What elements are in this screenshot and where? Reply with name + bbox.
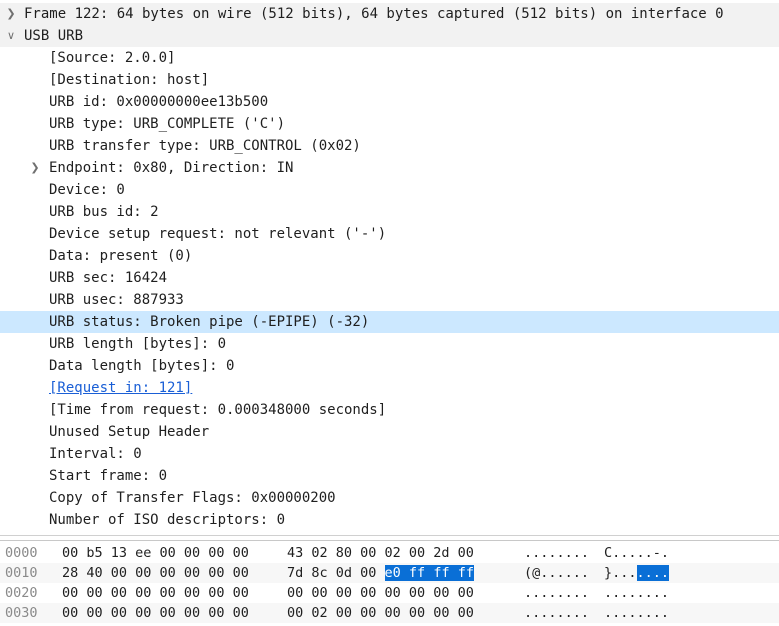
tree-row-label: Device: 0 (49, 182, 125, 198)
tree-row-label: Data: present (0) (49, 248, 193, 264)
tree-row-label: Device setup request: not relevant ('-') (49, 226, 387, 242)
ascii-group-2[interactable]: ........ (604, 603, 669, 623)
ascii-group-1[interactable]: ........ (524, 583, 589, 603)
packet-details-pane[interactable]: ❯ Frame 122: 64 bytes on wire (512 bits)… (0, 0, 779, 535)
ascii-group-2[interactable]: }....... (604, 563, 670, 583)
tree-row-label: URB bus id: 2 (49, 204, 159, 220)
tree-row-field[interactable]: Start frame: 0 (0, 465, 779, 487)
tree-row-field[interactable]: Device: 0 (0, 179, 779, 201)
tree-row-usb-urb[interactable]: ∨ USB URB (0, 25, 779, 47)
tree-row-field[interactable]: [Time from request: 0.000348000 seconds] (0, 399, 779, 421)
tree-row-field[interactable]: URB bus id: 2 (0, 201, 779, 223)
tree-row-label: URB sec: 16424 (49, 270, 168, 286)
packet-bytes-pane[interactable]: 0000 00 b5 13 ee 00 00 00 00 43 02 80 00 0… (0, 541, 779, 626)
byte-offset: 0000 (5, 545, 38, 561)
tree-row-label: URB type: URB_COMPLETE ('C') (49, 116, 286, 132)
tree-row-label: Frame 122: 64 bytes on wire (512 bits), … (24, 6, 724, 22)
expand-arrow-icon[interactable]: ❯ (3, 3, 19, 25)
tree-row-label: URB id: 0x00000000ee13b500 (49, 94, 269, 110)
tree-row-field[interactable]: [Source: 2.0.0] (0, 47, 779, 69)
ascii-group-1[interactable]: (@...... (524, 563, 589, 583)
tree-row-field[interactable]: URB length [bytes]: 0 (0, 333, 779, 355)
hex-bytes-group-1[interactable]: 00 00 00 00 00 00 00 00 (62, 603, 249, 623)
tree-row-label: Number of ISO descriptors: 0 (49, 512, 286, 528)
hex-row[interactable]: 0020 00 00 00 00 00 00 00 00 00 00 00 00 0… (0, 583, 779, 603)
ascii-chars[interactable]: ........ (604, 605, 669, 621)
tree-row-field[interactable]: URB usec: 887933 (0, 289, 779, 311)
hex-bytes-group-2[interactable]: 7d 8c 0d 00 e0 ff ff ff (287, 563, 474, 583)
tree-row-label: Endpoint: 0x80, Direction: IN (49, 160, 294, 176)
tree-row-label: URB length [bytes]: 0 (49, 336, 227, 352)
hex-bytes[interactable]: 00 00 00 00 00 00 00 00 (287, 585, 474, 601)
tree-row-label: URB transfer type: URB_CONTROL (0x02) (49, 138, 361, 154)
ascii-chars[interactable]: C.....-. (604, 545, 669, 561)
hex-bytes[interactable]: 00 02 00 00 00 00 00 00 (287, 605, 474, 621)
expand-arrow-icon[interactable]: ❯ (27, 157, 43, 179)
ascii-chars[interactable]: ........ (604, 585, 669, 601)
hex-bytes-highlighted[interactable]: e0 ff ff ff (384, 565, 474, 581)
tree-row-field[interactable]: ❯ Endpoint: 0x80, Direction: IN (0, 157, 779, 179)
ascii-group-1[interactable]: ........ (524, 603, 589, 623)
tree-row-label: Copy of Transfer Flags: 0x00000200 (49, 490, 336, 506)
tree-row-label: Interval: 0 (49, 446, 142, 462)
ascii-group-1[interactable]: ........ (524, 543, 589, 563)
request-in-link[interactable]: [Request in: 121] (49, 377, 192, 399)
tree-row-field[interactable]: URB transfer type: URB_CONTROL (0x02) (0, 135, 779, 157)
tree-row-field[interactable]: URB type: URB_COMPLETE ('C') (0, 113, 779, 135)
tree-row-field[interactable]: Number of ISO descriptors: 0 (0, 509, 779, 531)
hex-bytes-group-2[interactable]: 43 02 80 00 02 00 2d 00 (287, 543, 474, 563)
tree-row-field[interactable]: Unused Setup Header (0, 421, 779, 443)
hex-row[interactable]: 0000 00 b5 13 ee 00 00 00 00 43 02 80 00 0… (0, 543, 779, 563)
tree-row-field[interactable]: URB id: 0x00000000ee13b500 (0, 91, 779, 113)
tree-row-label: Data length [bytes]: 0 (49, 358, 235, 374)
tree-row-field[interactable]: Copy of Transfer Flags: 0x00000200 (0, 487, 779, 509)
ascii-chars[interactable]: }... (604, 565, 637, 581)
collapse-arrow-icon[interactable]: ∨ (3, 25, 19, 47)
tree-row-field[interactable]: Data length [bytes]: 0 (0, 355, 779, 377)
tree-row-field[interactable]: Device setup request: not relevant ('-') (0, 223, 779, 245)
byte-offset: 0030 (5, 605, 38, 621)
tree-row-label: URB status: Broken pipe (-EPIPE) (-32) (49, 314, 370, 330)
hex-bytes-group-1[interactable]: 28 40 00 00 00 00 00 00 (62, 563, 249, 583)
hex-bytes-group-2[interactable]: 00 00 00 00 00 00 00 00 (287, 583, 474, 603)
byte-offset: 0020 (5, 585, 38, 601)
tree-row-label: [Destination: host] (49, 72, 210, 88)
ascii-group-2[interactable]: C.....-. (604, 543, 669, 563)
tree-row-field[interactable]: [Request in: 121] (0, 377, 779, 399)
byte-offset: 0010 (5, 565, 38, 581)
tree-row-label: [Time from request: 0.000348000 seconds] (49, 402, 387, 418)
tree-row-label: [Source: 2.0.0] (49, 50, 176, 66)
hex-bytes[interactable]: 43 02 80 00 02 00 2d 00 (287, 545, 474, 561)
tree-row-label: USB URB (24, 28, 84, 44)
tree-row-label: Start frame: 0 (49, 468, 168, 484)
hex-row[interactable]: 0030 00 00 00 00 00 00 00 00 00 02 00 00 0… (0, 603, 779, 623)
hex-bytes-group-2[interactable]: 00 02 00 00 00 00 00 00 (287, 603, 474, 623)
tree-row-frame[interactable]: ❯ Frame 122: 64 bytes on wire (512 bits)… (0, 3, 779, 25)
tree-row-label: Unused Setup Header (49, 424, 210, 440)
hex-row[interactable]: 0010 28 40 00 00 00 00 00 00 7d 8c 0d 00 e… (0, 563, 779, 583)
hex-bytes[interactable]: 7d 8c 0d 00 (287, 565, 385, 581)
tree-row-field[interactable]: Interval: 0 (0, 443, 779, 465)
tree-row-field[interactable]: Data: present (0) (0, 245, 779, 267)
tree-row-label: URB usec: 887933 (49, 292, 184, 308)
tree-row-field[interactable]: URB sec: 16424 (0, 267, 779, 289)
hex-bytes-group-1[interactable]: 00 b5 13 ee 00 00 00 00 (62, 543, 249, 563)
ascii-group-2[interactable]: ........ (604, 583, 669, 603)
tree-row-field[interactable]: URB status: Broken pipe (-EPIPE) (-32) (0, 311, 779, 333)
ascii-chars-highlighted[interactable]: .... (636, 565, 670, 581)
hex-bytes-group-1[interactable]: 00 00 00 00 00 00 00 00 (62, 583, 249, 603)
tree-row-field[interactable]: [Destination: host] (0, 69, 779, 91)
